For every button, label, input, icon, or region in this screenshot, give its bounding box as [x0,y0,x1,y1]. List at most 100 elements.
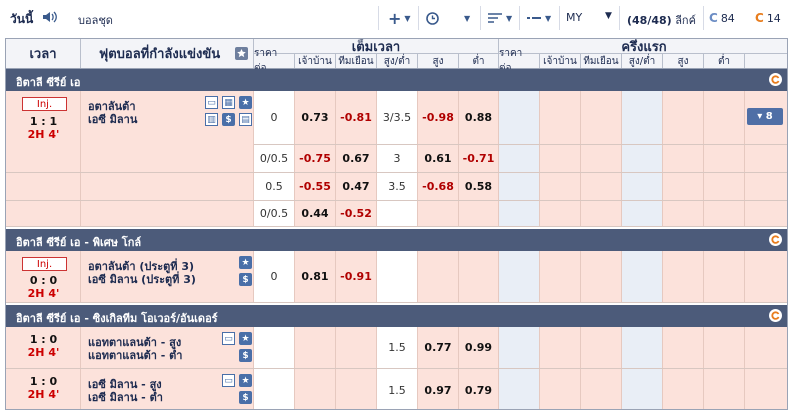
sport-selector[interactable]: บอลชุด [78,11,113,29]
ft-away-odds[interactable]: -0.81 [336,91,377,144]
away-team[interactable]: แอทตาแลนต้า - ต่ำ [88,346,182,364]
1h-hdp [499,201,540,226]
ft-away-odds [336,369,377,409]
dollar-icon[interactable]: $ [239,391,252,404]
match-time: 2H 4' [27,287,60,300]
header-1h-home: เจ้าบ้าน [540,54,581,68]
table-row: 0/0.5 0.44 -0.52 [6,201,787,227]
1h-under-odds [704,327,745,368]
league-header[interactable]: อิตาลี ซีรีย์ เอ - ซิงเกิลทีม โอเวอร์/อั… [6,305,787,327]
1h-hdp [499,173,540,200]
more-cell [745,251,787,302]
ft-over-odds [418,251,459,302]
1h-ou-line [622,91,663,144]
ft-ou-line: 3/3.5 [377,91,418,144]
odds-type-selector[interactable]: MY [566,11,582,24]
ft-ou-line [377,251,418,302]
chevron-down-icon: ▼ [464,13,471,23]
scoreboard-icon[interactable]: ▤ [239,113,252,126]
1h-under-odds [704,145,745,172]
refresh-icon[interactable] [769,73,782,86]
ft-hdp: 0/0.5 [254,201,295,226]
away-team[interactable]: เอซี มิลาน [88,110,137,128]
time-filter-button[interactable]: ▼ [426,9,470,27]
toolbar-divider [559,6,560,30]
favorite-star-icon[interactable] [235,47,248,60]
ft-over-odds[interactable]: 0.77 [418,327,459,368]
ft-home-odds[interactable]: 0.73 [295,91,336,144]
ft-under-odds[interactable]: 0.79 [459,369,499,409]
ft-under-odds [459,201,499,226]
favorite-star-icon[interactable]: ★ [239,96,252,109]
refresh-icon[interactable] [769,309,782,322]
speaker-icon[interactable] [42,10,58,24]
date-selector[interactable]: วันนี้ [10,10,33,29]
1h-under-odds [704,91,745,144]
ft-away-odds[interactable]: -0.91 [336,251,377,302]
dollar-icon[interactable]: $ [239,273,252,286]
refresh-icon[interactable] [769,233,782,246]
league-header[interactable]: อิตาลี ซีรีย์ เอ [6,69,787,91]
list-view-icon [527,16,541,19]
ft-home-odds[interactable]: -0.55 [295,173,336,200]
header-1h-over: สูง [663,54,704,68]
ft-under-odds[interactable]: 0.88 [459,91,499,144]
toolbar: วันนี้ บอลชุด + ▼ ▼ ▼ ▼ MY ▼ (48/48) ลีก… [0,0,793,36]
match-teams-cell: เอซี มิลาน - สูง เอซี มิลาน - ต่ำ ▭ ★ $ [81,369,254,409]
ft-under-odds[interactable]: 0.99 [459,327,499,368]
ft-over-odds[interactable]: -0.68 [418,173,459,200]
league-count[interactable]: (48/48) ลีกค์ [627,11,696,29]
bar-chart-icon[interactable]: ▥ [205,113,218,126]
ft-home-odds[interactable]: 0.81 [295,251,336,302]
sort-button[interactable]: ▼ [487,9,512,27]
1h-over-odds [663,369,704,409]
1h-home-odds [540,91,581,144]
odds-table: เวลา ฟุตบอลที่กำลังแข่งขัน เต็มเวลา ครึ่… [5,38,788,410]
ft-home-odds[interactable]: -0.75 [295,145,336,172]
expand-all-button[interactable]: + ▼ [388,9,411,28]
ft-under-odds[interactable]: 0.58 [459,173,499,200]
header-ft-under: ต่ำ [459,54,499,68]
1h-over-odds [663,173,704,200]
favorite-star-icon[interactable]: ★ [239,256,252,269]
refresh-c-icon: C [755,11,764,25]
1h-ou-line [622,201,663,226]
away-team[interactable]: เอซี มิลาน - ต่ำ [88,388,163,406]
favorite-star-icon[interactable]: ★ [239,332,252,345]
ft-ou-line: 3 [377,145,418,172]
stats-grid-icon[interactable]: ▦ [222,96,235,109]
table-row: 1 : 0 2H 4' เอซี มิลาน - สูง เอซี มิลาน … [6,369,787,409]
1h-hdp [499,369,540,409]
dollar-icon[interactable]: $ [222,113,235,126]
view-mode-button[interactable]: ▼ [526,9,551,27]
table-row: 1 : 0 2H 4' แอทตาแลนต้า - สูง แอทตาแลนต้… [6,327,787,369]
dollar-icon[interactable]: $ [239,349,252,362]
ft-away-odds[interactable]: 0.67 [336,145,377,172]
favorite-star-icon[interactable]: ★ [239,374,252,387]
ft-over-odds[interactable]: 0.97 [418,369,459,409]
ft-over-odds[interactable]: 0.61 [418,145,459,172]
tv-icon[interactable]: ▭ [222,374,235,387]
chevron-down-icon: ▼ [605,11,612,21]
league-header[interactable]: อิตาลี ซีรีย์ เอ - พิเศษ โกล์ [6,229,787,251]
ft-under-odds[interactable]: -0.71 [459,145,499,172]
toolbar-divider [619,6,620,30]
tv-icon[interactable]: ▭ [205,96,218,109]
ft-ou-line: 1.5 [377,369,418,409]
sort-icon [488,12,502,23]
ft-home-odds[interactable]: 0.44 [295,201,336,226]
ft-over-odds[interactable]: -0.98 [418,91,459,144]
ft-hdp: 0 [254,251,295,302]
ft-away-odds[interactable]: 0.47 [336,173,377,200]
refresh-count[interactable]: C 14 [755,11,781,25]
1h-away-odds [581,201,622,226]
1h-away-odds [581,251,622,302]
away-team[interactable]: เอซี มิลาน (ประตูที่ 3) [88,270,196,288]
ft-away-odds[interactable]: -0.52 [336,201,377,226]
more-bets-button[interactable]: ▾ 8 [747,108,783,125]
1h-over-odds [663,251,704,302]
tv-icon[interactable]: ▭ [222,332,235,345]
live-count[interactable]: C 84 [709,11,735,25]
1h-away-odds [581,173,622,200]
live-count-value: 84 [720,11,735,25]
